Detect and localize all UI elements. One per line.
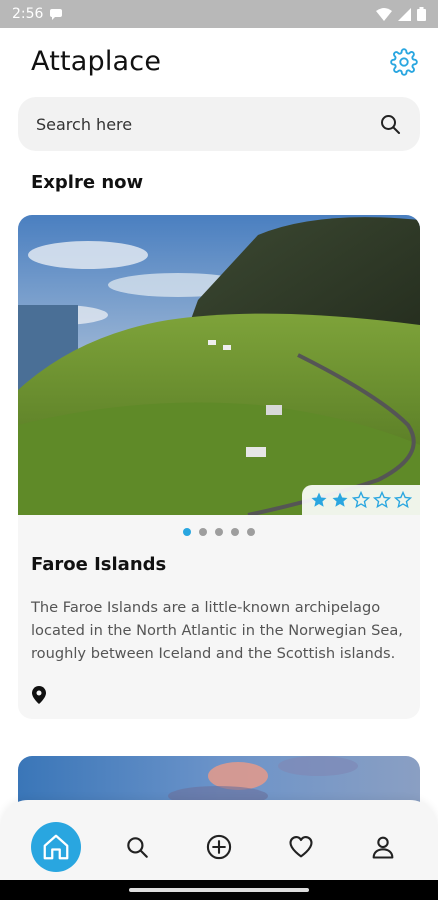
place-description: The Faroe Islands are a little-known arc… xyxy=(31,599,403,662)
profile-icon xyxy=(372,836,394,859)
nav-search[interactable] xyxy=(112,822,162,872)
carousel-dot[interactable] xyxy=(231,528,239,536)
nav-home[interactable] xyxy=(31,822,81,872)
search-icon[interactable] xyxy=(378,112,402,136)
page-title: Attaplace xyxy=(31,46,162,77)
star-outline-icon xyxy=(373,491,391,509)
star-filled-icon xyxy=(311,492,327,507)
notification-icon xyxy=(49,8,63,20)
place-card[interactable]: Faroe Islands The Faroe Islands are a li… xyxy=(18,215,420,719)
status-time: 2:56 xyxy=(12,6,44,22)
nav-profile[interactable] xyxy=(358,822,408,872)
heart-icon xyxy=(289,836,313,858)
wifi-icon xyxy=(376,7,392,21)
gear-icon xyxy=(390,48,418,76)
carousel-dot[interactable] xyxy=(183,528,191,536)
rating-stars xyxy=(302,485,420,515)
nav-add[interactable] xyxy=(194,822,244,872)
settings-button[interactable] xyxy=(390,48,418,76)
location-pin-icon[interactable] xyxy=(32,686,46,704)
place-image xyxy=(18,215,420,515)
carousel-indicator xyxy=(18,528,420,536)
carousel-dot[interactable] xyxy=(215,528,223,536)
home-icon xyxy=(43,834,69,860)
search-placeholder: Search here xyxy=(36,114,133,134)
star-outline-icon xyxy=(352,491,370,509)
nav-favorites[interactable] xyxy=(276,822,326,872)
search-input[interactable]: Search here xyxy=(18,97,420,151)
signal-icon xyxy=(398,7,411,21)
carousel-dot[interactable] xyxy=(247,528,255,536)
battery-icon xyxy=(417,7,426,21)
star-filled-icon xyxy=(332,492,348,507)
app-header: Attaplace xyxy=(0,28,438,98)
section-title: Explre now xyxy=(31,172,144,193)
search-icon xyxy=(127,837,148,858)
add-icon xyxy=(206,834,232,860)
place-title: Faroe Islands xyxy=(31,554,167,575)
star-outline-icon xyxy=(394,491,412,509)
system-gesture-bar xyxy=(0,880,438,900)
gesture-handle[interactable] xyxy=(129,888,309,892)
status-bar: 2:56 xyxy=(0,0,438,28)
carousel-dot[interactable] xyxy=(199,528,207,536)
